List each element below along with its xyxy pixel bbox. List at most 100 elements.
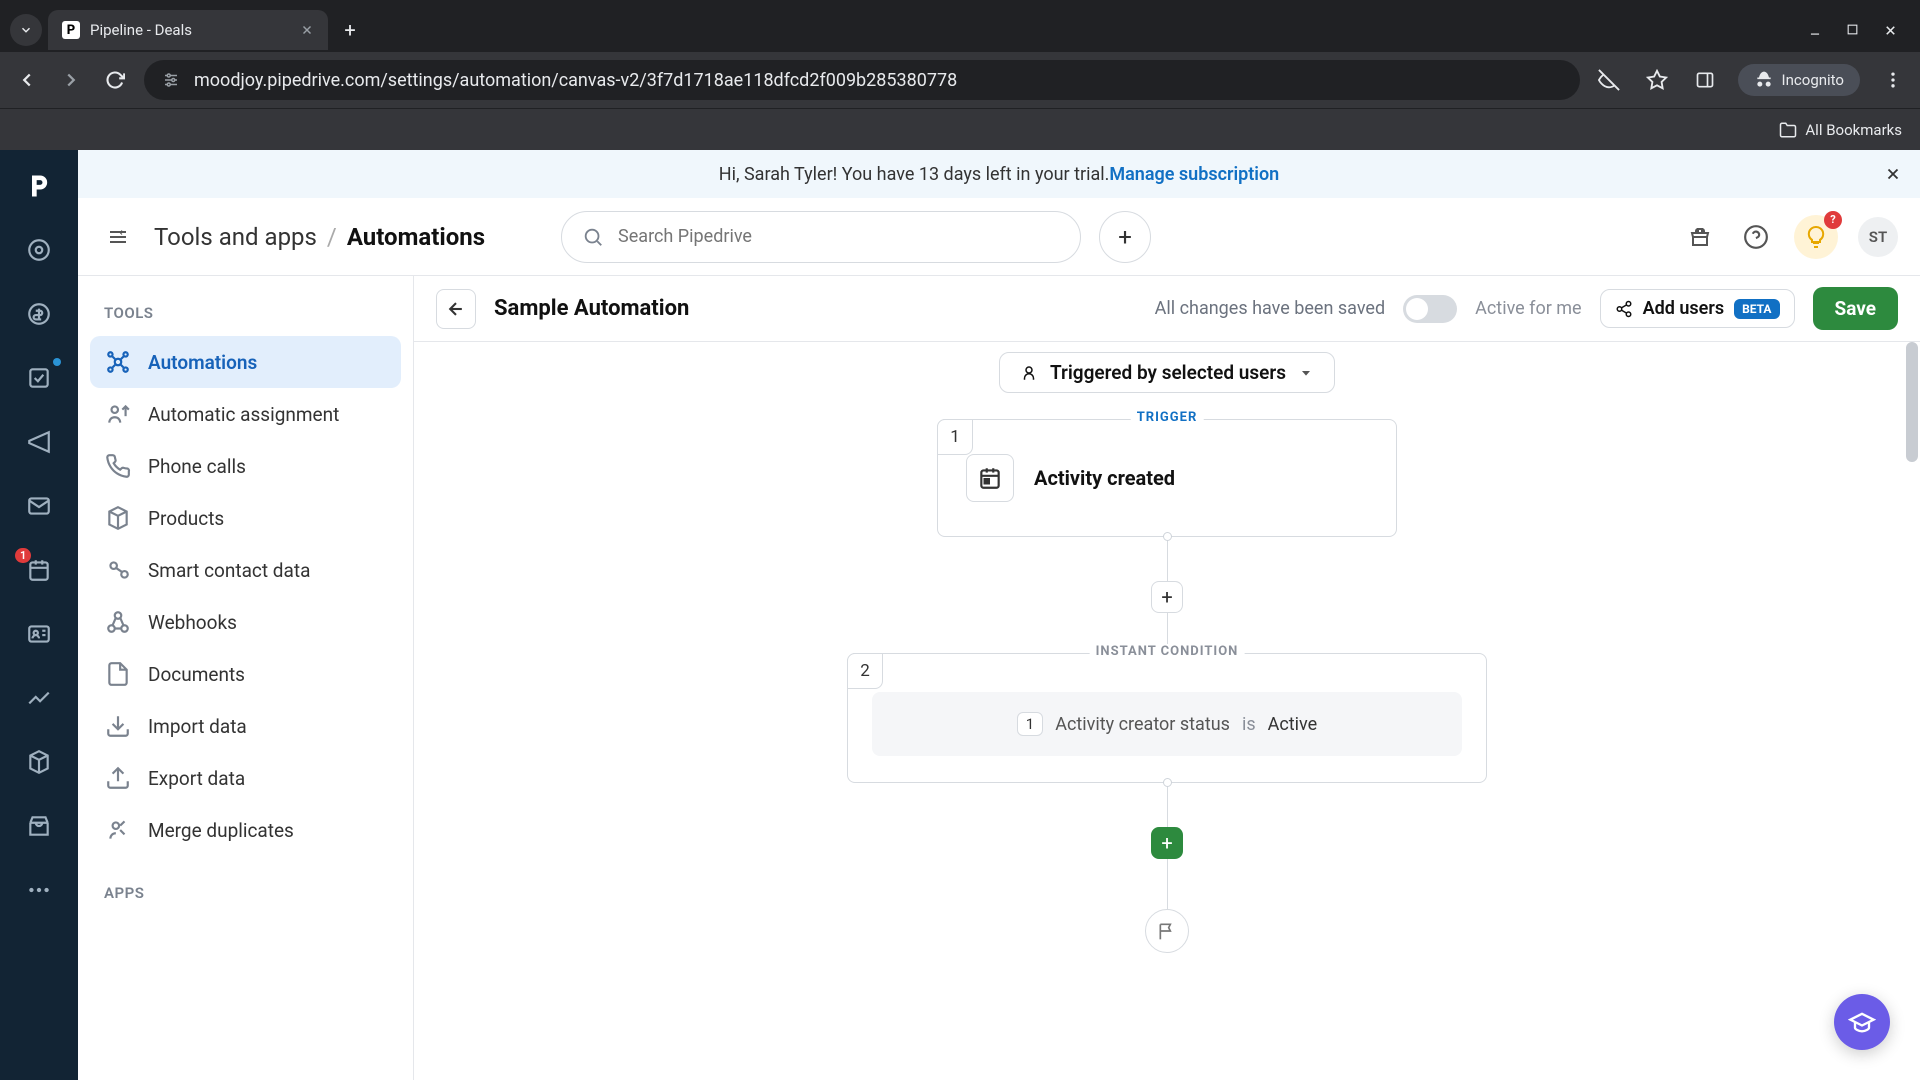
rail-leads-icon[interactable] (21, 232, 57, 268)
help-icon[interactable] (1738, 219, 1774, 255)
trial-close-icon[interactable] (1884, 165, 1902, 183)
sidebar-item-documents[interactable]: Documents (90, 648, 401, 700)
automation-canvas[interactable]: Triggered by selected users 1 TRIGGER Ac… (414, 342, 1920, 1080)
user-avatar[interactable]: ST (1858, 217, 1898, 257)
rail-badge: 1 (15, 548, 31, 563)
nav-reload-button[interactable] (100, 65, 130, 95)
sidepanel-icon[interactable] (1690, 65, 1720, 95)
sidebar-item-label: Merge duplicates (148, 819, 294, 842)
phone-icon (104, 452, 132, 480)
academy-fab[interactable] (1834, 994, 1890, 1050)
node-number: 1 (937, 419, 973, 455)
rail-deals-icon[interactable] (21, 296, 57, 332)
merge-icon (104, 816, 132, 844)
sidebar-item-label: Webhooks (148, 611, 237, 634)
rail-more-icon[interactable] (21, 872, 57, 908)
add-step-primary-button[interactable]: + (1151, 827, 1183, 859)
tips-button[interactable]: ? (1794, 215, 1838, 259)
breadcrumb-root[interactable]: Tools and apps (154, 223, 317, 251)
condition-row: 1 Activity creator status is Active (872, 692, 1462, 756)
eye-off-icon[interactable] (1594, 65, 1624, 95)
canvas-back-button[interactable] (436, 289, 476, 329)
collapse-sidebar-button[interactable] (100, 219, 136, 255)
incognito-indicator[interactable]: Incognito (1738, 64, 1860, 96)
window-maximize-button[interactable] (1846, 23, 1859, 38)
marketplace-icon[interactable] (1682, 219, 1718, 255)
bookmarks-bar: All Bookmarks (0, 108, 1920, 150)
tab-title: Pipeline - Deals (90, 21, 192, 39)
rail-projects-icon[interactable] (21, 360, 57, 396)
bookmarks-folder-icon[interactable] (1779, 121, 1797, 139)
content-row: TOOLS Automations Automatic assignment P… (78, 276, 1920, 1080)
add-users-button[interactable]: Add users BETA (1600, 289, 1795, 328)
quick-add-button[interactable]: + (1099, 211, 1151, 263)
flow-connector (1167, 783, 1168, 827)
manage-subscription-link[interactable]: Manage subscription (1109, 164, 1279, 185)
sidebar-item-products[interactable]: Products (90, 492, 401, 544)
global-search[interactable] (561, 211, 1081, 263)
sidebar-item-automations[interactable]: Automations (90, 336, 401, 388)
active-toggle-label: Active for me (1475, 298, 1581, 319)
vertical-nav-rail: 1 (0, 150, 78, 1080)
tab-search-button[interactable] (10, 14, 42, 46)
condition-value: Active (1268, 714, 1318, 735)
share-icon (1615, 300, 1633, 318)
window-controls (1808, 23, 1910, 38)
tips-badge: ? (1824, 211, 1842, 229)
rail-notification-dot (53, 358, 61, 366)
sidebar-item-label: Phone calls (148, 455, 246, 478)
url-text: moodjoy.pipedrive.com/settings/automatio… (194, 70, 957, 91)
sidebar-item-label: Export data (148, 767, 245, 790)
site-settings-icon[interactable] (162, 71, 180, 89)
incognito-label: Incognito (1782, 71, 1844, 89)
nav-forward-button[interactable] (56, 65, 86, 95)
rail-mail-icon[interactable] (21, 488, 57, 524)
sidebar-item-merge-duplicates[interactable]: Merge duplicates (90, 804, 401, 856)
rail-insights-icon[interactable] (21, 680, 57, 716)
smart-data-icon (104, 556, 132, 584)
condition-field: Activity creator status (1055, 714, 1230, 735)
new-tab-button[interactable]: + (334, 14, 366, 46)
search-input[interactable] (618, 226, 1060, 247)
rail-contacts-icon[interactable] (21, 616, 57, 652)
triggered-by-label: Triggered by selected users (1050, 361, 1286, 384)
automation-title[interactable]: Sample Automation (494, 296, 689, 321)
box-icon (104, 504, 132, 532)
url-bar[interactable]: moodjoy.pipedrive.com/settings/automatio… (144, 60, 1580, 100)
sidebar-item-import-data[interactable]: Import data (90, 700, 401, 752)
nav-back-button[interactable] (12, 65, 42, 95)
trigger-node[interactable]: 1 TRIGGER Activity created (937, 419, 1397, 537)
app-logo[interactable] (21, 168, 57, 204)
sidebar-item-smart-contact-data[interactable]: Smart contact data (90, 544, 401, 596)
sidebar-item-automatic-assignment[interactable]: Automatic assignment (90, 388, 401, 440)
save-button[interactable]: Save (1813, 287, 1899, 330)
settings-sidebar: TOOLS Automations Automatic assignment P… (78, 276, 414, 1080)
browser-url-bar-row: moodjoy.pipedrive.com/settings/automatio… (0, 52, 1920, 108)
rail-activities-icon[interactable]: 1 (21, 552, 57, 588)
top-bar: Tools and apps / Automations + ? ST (78, 198, 1920, 276)
condition-node[interactable]: 2 INSTANT CONDITION 1 Activity creator s… (847, 653, 1487, 783)
all-bookmarks-link[interactable]: All Bookmarks (1805, 121, 1902, 139)
app-root: 1 Hi, Sarah Tyler! You have 13 days left… (0, 150, 1920, 1080)
sidebar-item-label: Automations (148, 351, 257, 374)
rail-marketplace-icon[interactable] (21, 808, 57, 844)
canvas-scrollbar[interactable] (1906, 342, 1918, 1080)
rail-campaigns-icon[interactable] (21, 424, 57, 460)
sidebar-item-webhooks[interactable]: Webhooks (90, 596, 401, 648)
tab-close-icon[interactable] (300, 23, 314, 37)
sidebar-item-phone-calls[interactable]: Phone calls (90, 440, 401, 492)
add-step-button[interactable]: + (1151, 581, 1183, 613)
browser-tab[interactable]: P Pipeline - Deals (48, 10, 328, 50)
breadcrumb-separator: / (327, 223, 337, 251)
triggered-by-dropdown[interactable]: Triggered by selected users (999, 352, 1335, 393)
assignment-icon (104, 400, 132, 428)
window-minimize-button[interactable] (1808, 23, 1822, 38)
active-toggle[interactable] (1403, 295, 1457, 323)
chrome-menu-button[interactable] (1878, 65, 1908, 95)
rail-products-icon[interactable] (21, 744, 57, 780)
sidebar-item-export-data[interactable]: Export data (90, 752, 401, 804)
window-close-button[interactable] (1883, 23, 1898, 38)
add-users-label: Add users (1643, 298, 1724, 319)
bookmark-star-icon[interactable] (1642, 65, 1672, 95)
import-icon (104, 712, 132, 740)
